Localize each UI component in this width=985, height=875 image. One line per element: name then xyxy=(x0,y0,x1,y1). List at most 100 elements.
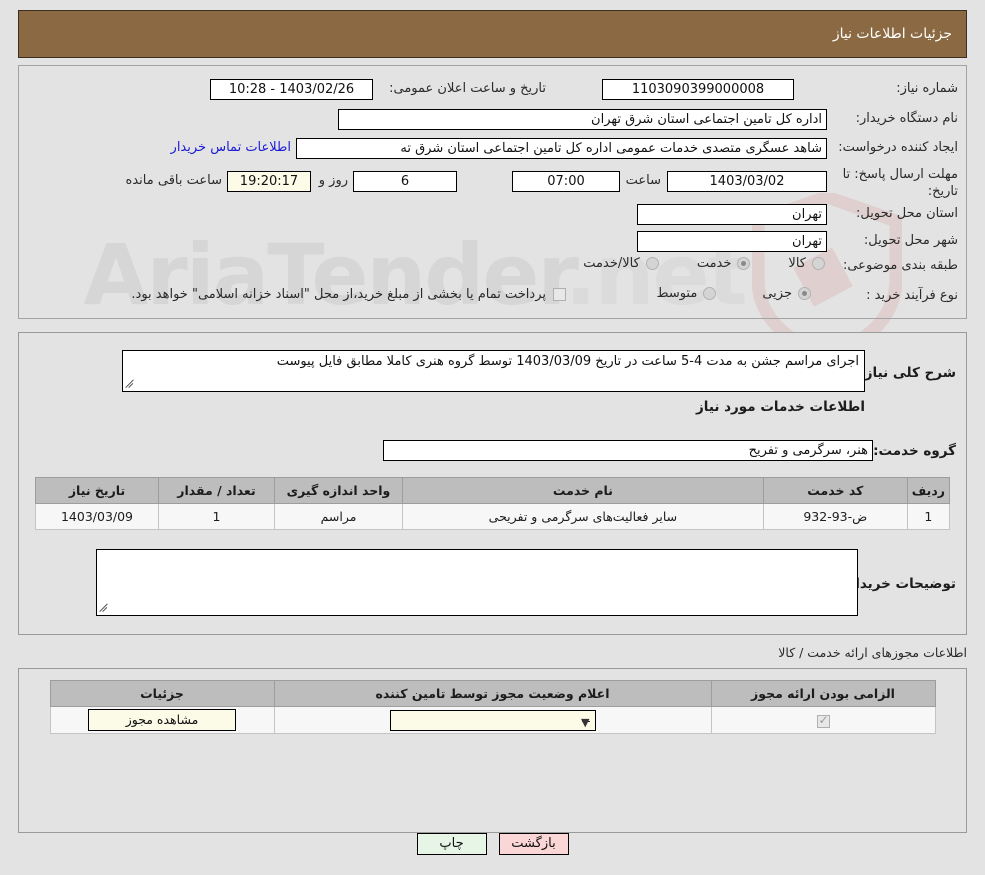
process-option-label: جزیی xyxy=(762,286,792,301)
cell-license-required xyxy=(710,706,936,734)
treasury-note-row: پرداخت تمام یا بخشی از مبلغ خرید،از محل … xyxy=(131,287,566,302)
process-option-label: متوسط xyxy=(656,286,698,301)
requester-label: ایجاد کننده درخواست: xyxy=(838,140,958,155)
category-row: طبقه بندی موضوعی: xyxy=(843,258,958,273)
remaining-time-label: ساعت باقی مانده xyxy=(125,173,222,188)
page-title: جزئیات اطلاعات نیاز xyxy=(832,26,952,42)
table-row: 1 ض-93-932 سایر فعالیت‌های سرگرمی و تفری… xyxy=(35,503,951,530)
print-button[interactable]: چاپ xyxy=(416,833,487,855)
city-label: شهر محل تحویل: xyxy=(863,233,958,248)
buyer-notes-label: توضیحات خریدار: xyxy=(842,576,956,592)
deadline-date-value: 1403/03/02 xyxy=(667,171,827,192)
radio-icon[interactable] xyxy=(645,257,659,270)
licenses-section-title: اطلاعات مجوزهای ارائه خدمت / کالا xyxy=(778,645,967,660)
process-radio-group: جزیی متوسط xyxy=(656,286,811,301)
province-row: استان محل تحویل: xyxy=(856,206,958,221)
summary-value: اجرای مراسم جشن به مدت 4-5 ساعت در تاریخ… xyxy=(276,354,859,369)
city-row: شهر محل تحویل: xyxy=(864,233,958,248)
cell-unit: مراسم xyxy=(274,503,403,530)
remaining-time-value: 19:20:17 xyxy=(227,171,311,192)
announce-datetime-row: تاریخ و ساعت اعلان عمومی: xyxy=(389,81,546,96)
cell-license-status: ▼ -- xyxy=(273,706,712,734)
services-table: ردیف کد خدمت نام خدمت واحد اندازه گیری ت… xyxy=(35,477,951,530)
province-value: تهران xyxy=(637,204,827,225)
deadline-label-block: مهلت ارسال پاسخ: تا تاریخ: xyxy=(843,166,958,200)
service-group-label: گروه خدمت: xyxy=(873,443,956,459)
buyer-org-value: اداره کل تامین اجتماعی استان شرق تهران xyxy=(338,109,827,130)
need-number-value: 1103090399000008 xyxy=(602,79,794,100)
table-header-row: الزامی بودن ارائه مجوز اعلام وضعیت مجوز … xyxy=(49,680,936,707)
process-option-motevaset[interactable]: متوسط xyxy=(656,286,717,301)
category-option-label: خدمت xyxy=(696,256,732,271)
buyer-contact-link[interactable]: اطلاعات تماس خریدار xyxy=(171,140,291,155)
category-option-khedmat[interactable]: خدمت xyxy=(697,256,751,271)
th-service-code: کد خدمت xyxy=(762,477,908,504)
buyer-org-row: نام دستگاه خریدار: xyxy=(856,111,958,126)
cell-need-date: 1403/03/09 xyxy=(35,503,159,530)
cell-quantity: 1 xyxy=(158,503,275,530)
services-table-wrapper: ردیف کد خدمت نام خدمت واحد اندازه گیری ت… xyxy=(35,477,951,530)
radio-icon[interactable] xyxy=(737,257,751,270)
requester-value: شاهد عسگری متصدی خدمات عمومی اداره کل تا… xyxy=(296,138,827,159)
treasury-note: پرداخت تمام یا بخشی از مبلغ خرید،از محل … xyxy=(131,287,546,302)
buyer-notes-box[interactable] xyxy=(96,549,858,616)
th-quantity: تعداد / مقدار xyxy=(158,477,275,504)
deadline-label-line2: تاریخ: xyxy=(927,184,958,199)
cell-license-details: مشاهده مجوز xyxy=(49,706,275,734)
th-service-name: نام خدمت xyxy=(402,477,764,504)
summary-label: شرح کلی نیاز: xyxy=(859,365,956,381)
cell-service-name: سایر فعالیت‌های سرگرمی و تفریحی xyxy=(402,503,764,530)
th-need-date: تاریخ نیاز xyxy=(35,477,159,504)
remaining-days-label: روز و xyxy=(318,173,348,188)
remaining-days-value: 6 xyxy=(353,171,457,192)
category-option-label: کالا/خدمت xyxy=(583,256,640,271)
license-required-checkbox xyxy=(816,713,830,728)
announce-datetime-label: تاریخ و ساعت اعلان عمومی: xyxy=(389,81,546,96)
licenses-panel: الزامی بودن ارائه مجوز اعلام وضعیت مجوز … xyxy=(18,668,967,833)
process-label: نوع فرآیند خرید : xyxy=(866,288,958,303)
need-info-panel: شماره نیاز: 1103090399000008 تاریخ و ساع… xyxy=(18,65,967,319)
need-details-panel: شرح کلی نیاز: اجرای مراسم جشن به مدت 4-5… xyxy=(18,332,967,635)
need-number-row: شماره نیاز: xyxy=(896,81,958,96)
category-option-kala-khedmat[interactable]: کالا/خدمت xyxy=(583,256,659,271)
process-option-jozee[interactable]: جزیی xyxy=(762,286,811,301)
province-label: استان محل تحویل: xyxy=(856,206,958,221)
category-option-kala[interactable]: کالا xyxy=(788,256,825,271)
licenses-inner-box: الزامی بودن ارائه مجوز اعلام وضعیت مجوز … xyxy=(19,680,966,734)
resize-grip-icon[interactable] xyxy=(99,604,109,614)
resize-grip-icon[interactable] xyxy=(125,380,135,390)
table-header-row: ردیف کد خدمت نام خدمت واحد اندازه گیری ت… xyxy=(35,477,951,504)
chevron-down-icon: ▼ xyxy=(581,715,590,729)
license-status-select[interactable]: ▼ -- xyxy=(389,709,596,731)
buyer-org-label: نام دستگاه خریدار: xyxy=(855,111,958,126)
category-radio-group: کالا خدمت کالا/خدمت xyxy=(583,256,825,271)
summary-value-box[interactable]: اجرای مراسم جشن به مدت 4-5 ساعت در تاریخ… xyxy=(122,350,865,392)
page-title-bar: جزئیات اطلاعات نیاز xyxy=(18,10,967,58)
table-row: ▼ -- مشاهده مجوز xyxy=(49,706,936,734)
treasury-checkbox[interactable] xyxy=(553,288,566,301)
announce-datetime-value: 1403/02/26 - 10:28 xyxy=(210,79,373,100)
category-label: طبقه بندی موضوعی: xyxy=(842,258,958,273)
th-license-required: الزامی بودن ارائه مجوز xyxy=(710,680,936,707)
need-number-label: شماره نیاز: xyxy=(896,81,958,96)
deadline-hour-label: ساعت xyxy=(625,173,661,188)
deadline-hour-value: 07:00 xyxy=(512,171,620,192)
footer-actions: بازگشت چاپ xyxy=(0,833,985,855)
radio-icon[interactable] xyxy=(812,257,825,270)
cell-radif: 1 xyxy=(906,503,951,530)
th-license-details: جزئیات xyxy=(49,680,275,707)
view-license-button[interactable]: مشاهده مجوز xyxy=(88,709,236,731)
deadline-label-line1: مهلت ارسال پاسخ: تا xyxy=(842,167,958,182)
licenses-table: الزامی بودن ارائه مجوز اعلام وضعیت مجوز … xyxy=(49,680,936,734)
th-unit: واحد اندازه گیری xyxy=(274,477,403,504)
requester-row: ایجاد کننده درخواست: xyxy=(838,140,958,155)
cell-service-code: ض-93-932 xyxy=(762,503,908,530)
process-row: نوع فرآیند خرید : xyxy=(866,288,958,303)
th-license-status: اعلام وضعیت مجوز توسط تامین کننده xyxy=(273,680,712,707)
service-group-value: هنر، سرگرمی و تفریح xyxy=(383,440,873,461)
radio-icon[interactable] xyxy=(703,287,717,300)
th-radif: ردیف xyxy=(906,477,951,504)
city-value: تهران xyxy=(637,231,827,252)
back-button[interactable]: بازگشت xyxy=(498,833,569,855)
radio-icon[interactable] xyxy=(798,287,811,300)
